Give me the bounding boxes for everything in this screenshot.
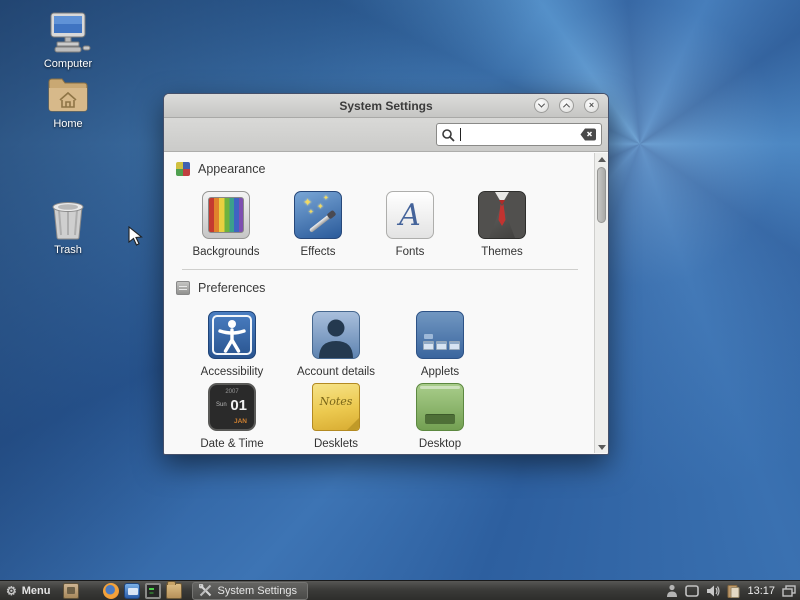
section-separator: [182, 269, 578, 270]
scrollbar-thumb[interactable]: [597, 167, 606, 223]
menu-label: Menu: [22, 585, 51, 597]
effects-icon: ✦ ✦ ✦ ✦: [294, 191, 342, 239]
task-button-system-settings[interactable]: System Settings: [192, 582, 308, 600]
system-settings-window: System Settings ×: [163, 93, 609, 455]
settings-item-desklets[interactable]: Notes Desklets: [284, 383, 388, 450]
desktop-icon-label: Home: [53, 118, 82, 130]
date-time-icon: 2007 Sun 01 JAN: [208, 383, 256, 431]
window-title: System Settings: [339, 99, 432, 113]
themes-icon: [478, 191, 526, 239]
settings-item-effects[interactable]: ✦ ✦ ✦ ✦ Effects: [272, 191, 364, 258]
desklets-icon: Notes: [312, 383, 360, 431]
desktop-icon-home[interactable]: Home: [26, 76, 110, 130]
scroll-down-arrow[interactable]: [595, 441, 608, 453]
settings-item-themes[interactable]: Themes: [456, 191, 548, 258]
user-tray-icon[interactable]: [666, 584, 678, 597]
taskbar: ⚙ Menu System Settings: [0, 580, 800, 600]
minimize-button[interactable]: [534, 98, 549, 113]
scroll-up-arrow[interactable]: [595, 153, 608, 165]
close-button[interactable]: ×: [584, 98, 599, 113]
section-header-preferences: Preferences: [176, 281, 265, 295]
section-label: Preferences: [198, 281, 265, 295]
appearance-section-icon: [176, 162, 190, 176]
search-icon: [441, 128, 455, 142]
fonts-icon: A: [386, 191, 434, 239]
system-tray: 13:17: [666, 584, 800, 598]
titlebar[interactable]: System Settings ×: [164, 94, 608, 118]
text-caret: [460, 128, 461, 141]
desktop-settings-icon: [416, 383, 464, 431]
computer-icon: [45, 12, 91, 54]
software-launcher-icon[interactable]: [124, 583, 140, 599]
chevron-down-icon: [538, 101, 545, 108]
settings-item-desktop[interactable]: Desktop: [388, 383, 492, 450]
show-desktop-icon[interactable]: [63, 583, 79, 599]
volume-tray-icon[interactable]: [706, 585, 720, 597]
search-toolbar: [164, 118, 608, 152]
settings-item-backgrounds[interactable]: Backgrounds: [180, 191, 272, 258]
settings-item-date-time[interactable]: 2007 Sun 01 JAN Date & Time: [180, 383, 284, 450]
scrollbar[interactable]: [594, 153, 608, 453]
maximize-button[interactable]: [559, 98, 574, 113]
gear-icon: ⚙: [6, 585, 17, 597]
settings-item-account-details[interactable]: Account details: [284, 311, 388, 378]
desktop: Computer Home Trash System Settings ×: [0, 0, 800, 600]
close-icon: ×: [589, 101, 594, 110]
preferences-section-icon: [176, 281, 190, 295]
settings-item-accessibility[interactable]: Accessibility: [180, 311, 284, 378]
backgrounds-icon: [202, 191, 250, 239]
search-input[interactable]: [436, 123, 602, 146]
terminal-launcher-icon[interactable]: [145, 583, 161, 599]
menu-button[interactable]: ⚙ Menu: [0, 581, 59, 600]
account-details-icon: [312, 311, 360, 359]
tools-icon: [199, 584, 212, 597]
accessibility-icon: [208, 311, 256, 359]
settings-item-fonts[interactable]: A Fonts: [364, 191, 456, 258]
clipboard-tray-icon[interactable]: [727, 584, 740, 598]
chevron-up-icon: [563, 103, 570, 110]
section-label: Appearance: [198, 162, 265, 176]
applets-icon: [416, 311, 464, 359]
display-tray-icon[interactable]: [685, 585, 699, 597]
desktop-icon-label: Trash: [54, 244, 82, 256]
desktop-icon-computer[interactable]: Computer: [26, 12, 110, 70]
clear-search-icon[interactable]: [580, 128, 597, 141]
section-header-appearance: Appearance: [176, 162, 265, 176]
desktop-icon-trash[interactable]: Trash: [26, 200, 110, 256]
window-list-tray-icon[interactable]: [782, 585, 796, 597]
settings-content: Appearance Backgrounds ✦ ✦ ✦ ✦ Effects: [164, 153, 608, 453]
file-manager-launcher-icon[interactable]: [166, 583, 182, 599]
settings-item-applets[interactable]: Applets: [388, 311, 492, 378]
task-button-label: System Settings: [218, 585, 297, 597]
trash-icon: [47, 200, 89, 240]
desktop-icon-label: Computer: [44, 58, 92, 70]
clock[interactable]: 13:17: [747, 585, 775, 597]
firefox-launcher-icon[interactable]: [103, 583, 119, 599]
home-folder-icon: [46, 76, 90, 114]
mouse-cursor: [128, 226, 144, 248]
